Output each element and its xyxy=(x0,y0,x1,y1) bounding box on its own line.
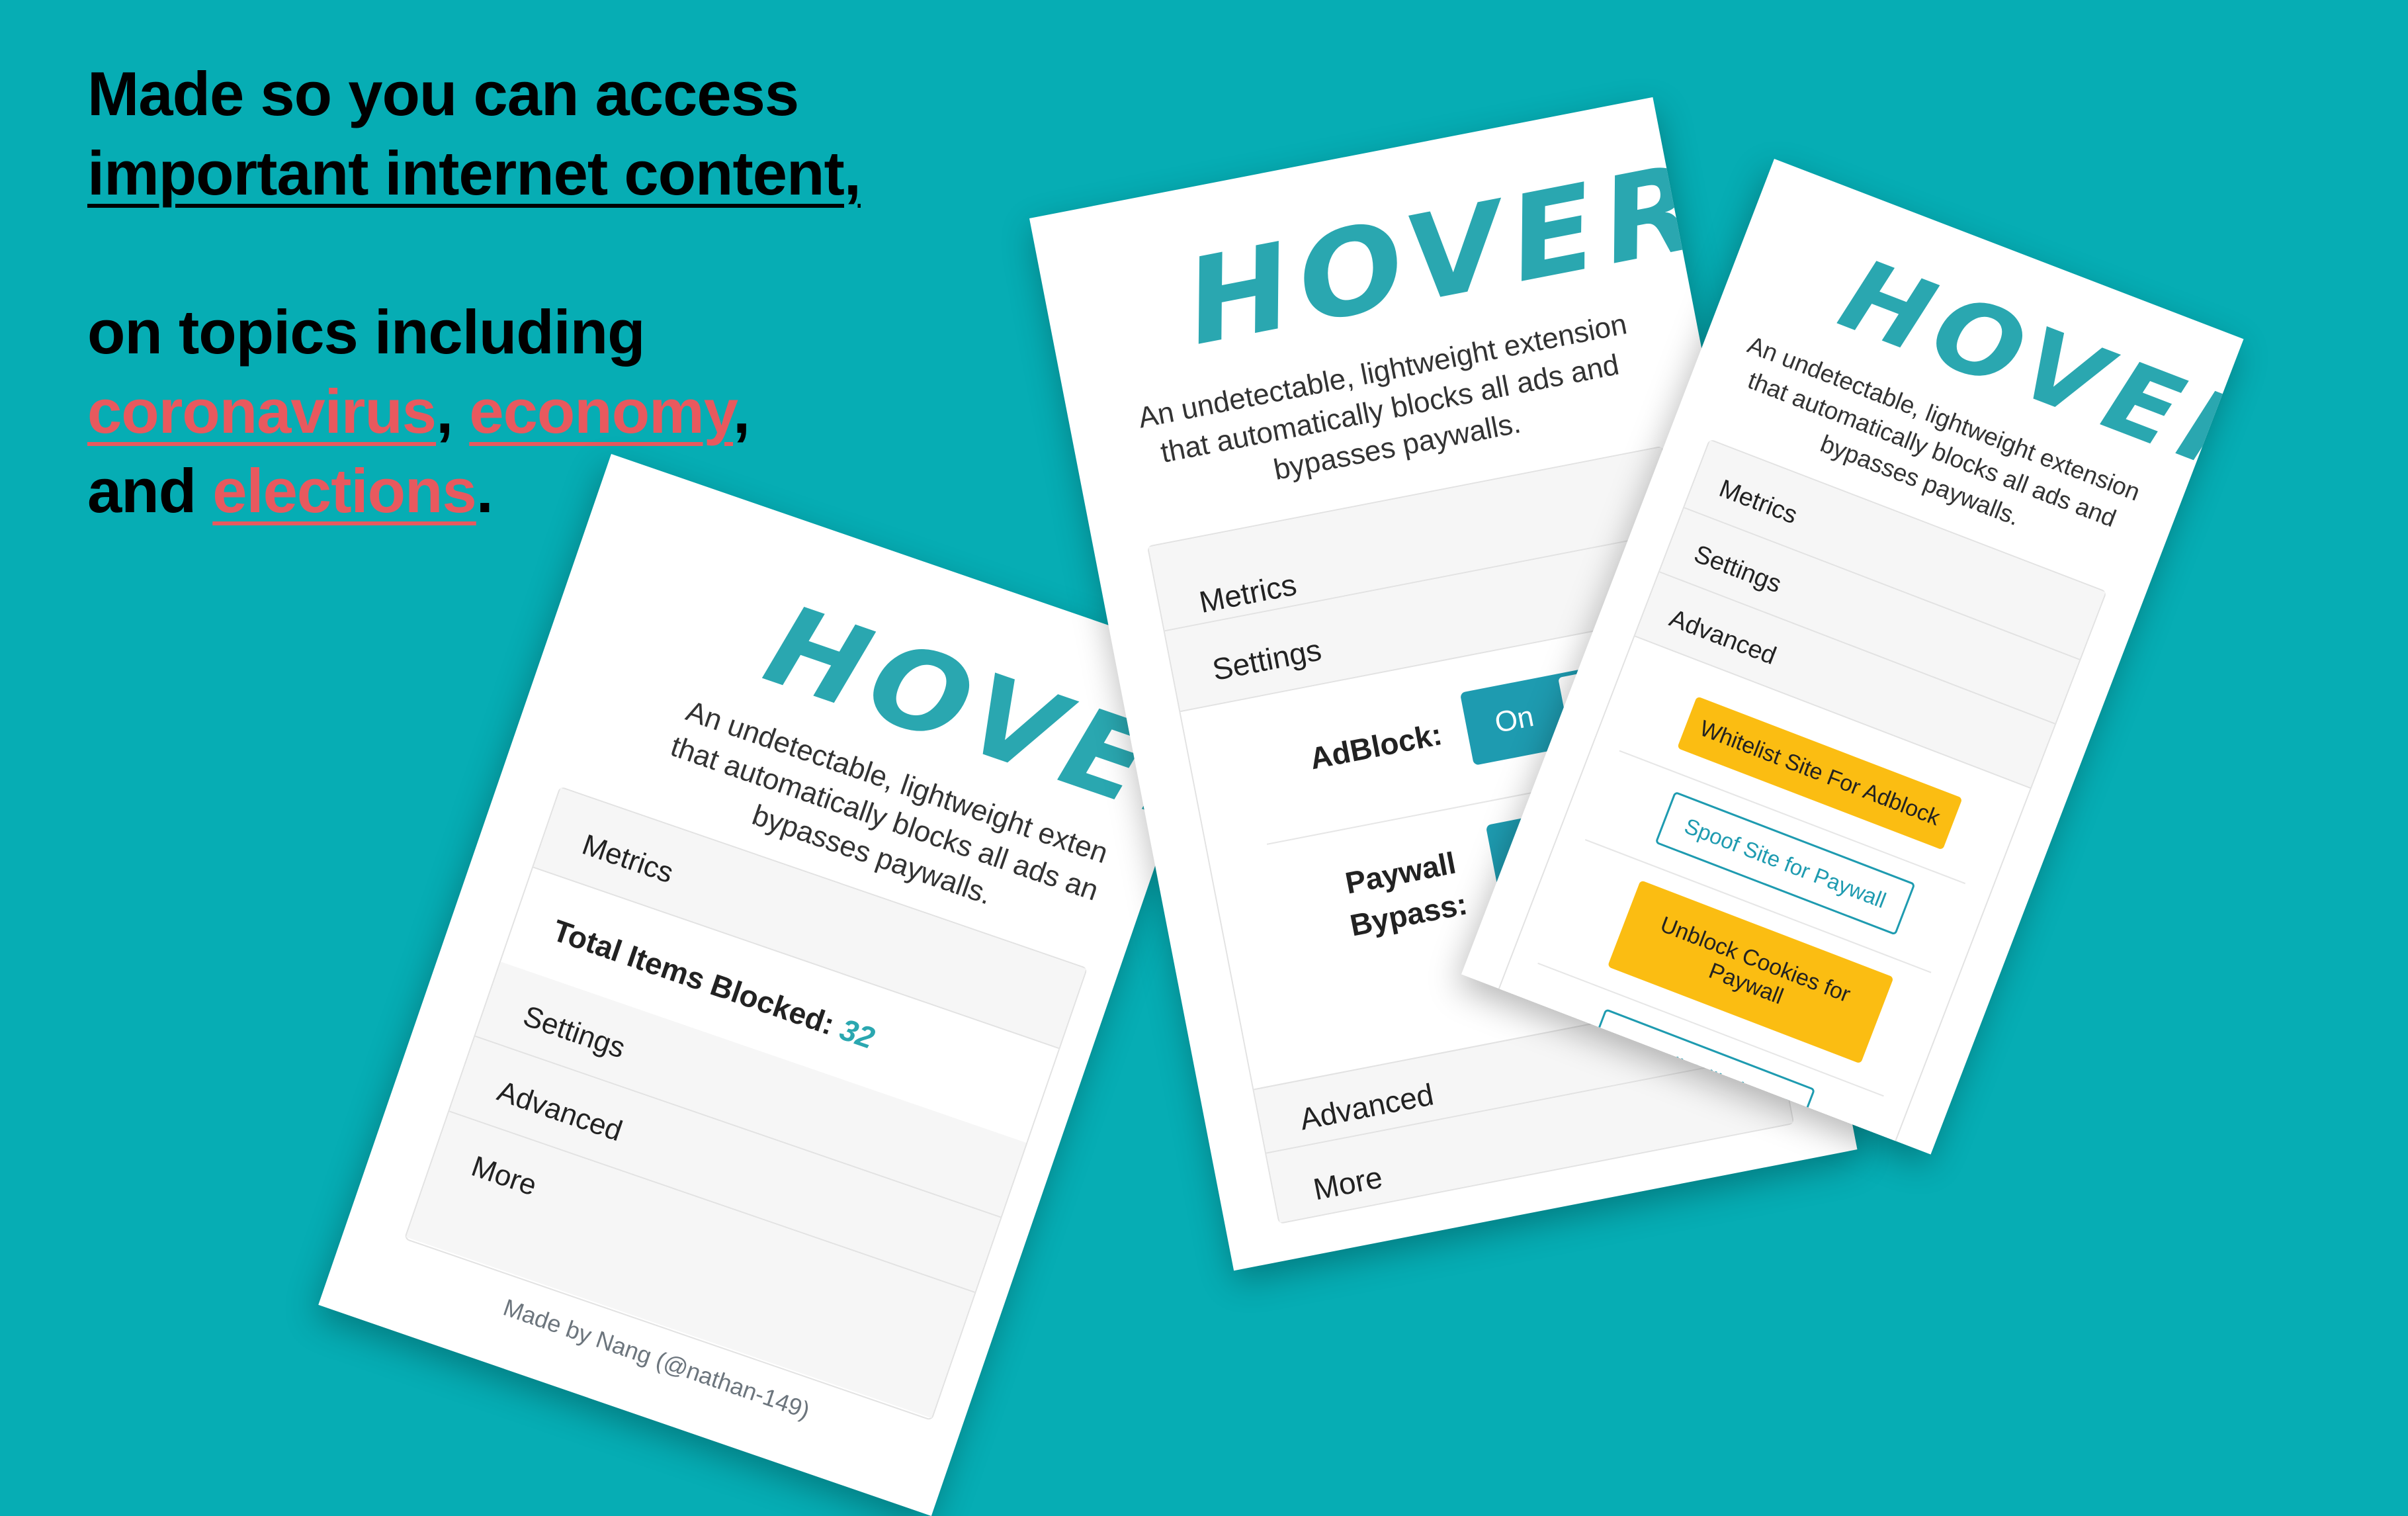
accordion-more-label: More xyxy=(467,1149,541,1202)
adblock-label: AdBlock: xyxy=(1307,716,1445,776)
accordion-metrics-label: Metrics xyxy=(1715,474,1801,530)
paywall-bypass-label: Paywall Bypass: xyxy=(1312,836,1497,952)
headline: Made so you can access important interne… xyxy=(87,54,947,531)
separator: , xyxy=(436,377,453,446)
metrics-popup-card: HOVER An undetectable, lightweight exten… xyxy=(318,454,1225,1516)
headline-line-3: on topics including xyxy=(87,297,646,367)
accordion-settings-label: Settings xyxy=(519,999,630,1065)
headline-line-2: important internet content, xyxy=(87,138,861,208)
headline-period: . xyxy=(476,456,494,525)
accordion-settings-label: Settings xyxy=(1209,632,1324,688)
headline-line-1: Made so you can access xyxy=(87,59,799,128)
topic-elections[interactable]: elections xyxy=(212,456,476,525)
separator: , xyxy=(733,377,750,446)
topic-economy[interactable]: economy xyxy=(469,377,734,446)
topic-coronavirus[interactable]: coronavirus xyxy=(87,377,437,446)
accordion-more-label: More xyxy=(1311,1159,1385,1207)
accordion-metrics-label: Metrics xyxy=(578,828,678,890)
total-items-value: 32 xyxy=(836,1011,879,1055)
headline-and: and xyxy=(87,456,196,525)
